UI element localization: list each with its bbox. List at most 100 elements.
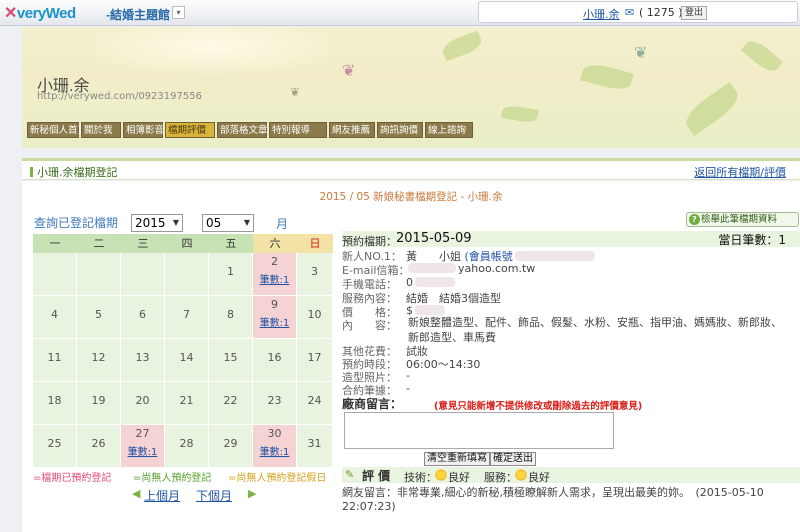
- day-number: 7: [183, 308, 190, 321]
- site-name[interactable]: -結婚主題館: [106, 6, 170, 23]
- calendar-day[interactable]: 30 筆數:1: [253, 425, 297, 468]
- envelope-icon[interactable]: ✉: [625, 6, 634, 19]
- nav-item-8[interactable]: 線上諮詢: [425, 122, 473, 138]
- verywed-logo[interactable]: ✕veryWed: [4, 3, 76, 23]
- day-number: 17: [307, 351, 322, 364]
- nav-item-1[interactable]: 關於我: [81, 122, 121, 138]
- nav-item-0[interactable]: 新秘個人首頁: [27, 122, 87, 138]
- rating-bar: ✎ 評 價 技術： 良好 服務： 良好: [342, 467, 800, 484]
- user-name-link[interactable]: 小珊.余: [583, 6, 620, 22]
- day-number: 31: [307, 437, 322, 450]
- calendar-day[interactable]: 18: [33, 382, 77, 425]
- calendar-day[interactable]: 1: [209, 253, 253, 296]
- calendar-day[interactable]: 21: [165, 382, 209, 425]
- service-detail: 新娘整體造型、配件、飾品、假髮、水粉、安瓶、指甲油、媽媽妝、新郎妝、新郎造型、車…: [408, 316, 782, 344]
- pencil-icon: ✎: [345, 468, 355, 481]
- redacted-block: [415, 277, 455, 287]
- calendar-day[interactable]: 8: [209, 296, 253, 339]
- prev-month-link[interactable]: 上個月: [144, 487, 180, 504]
- detail-value: yahoo.com.tw: [406, 262, 535, 275]
- calendar-day[interactable]: 14: [165, 339, 209, 382]
- back-to-all-link[interactable]: 返回所有檔期/評價: [694, 164, 786, 180]
- month-select[interactable]: 05 ▼: [202, 214, 254, 232]
- service-value: 良好: [528, 471, 550, 484]
- calendar-day[interactable]: 19: [77, 382, 121, 425]
- day-number: 4: [51, 308, 58, 321]
- calendar-day[interactable]: 9 筆數:1: [253, 296, 297, 339]
- page-heading-name: 小珊.余: [467, 191, 503, 203]
- day-number: 23: [267, 394, 282, 407]
- section-bar: 小珊.余檔期登記 返回所有檔期/評價: [22, 158, 800, 180]
- report-booking-label: 檢舉此筆檔期資料: [701, 214, 778, 225]
- phone-value: 0: [406, 276, 413, 289]
- weekday-header: 四: [181, 237, 193, 250]
- calendar-day: [121, 253, 165, 296]
- calendar-day[interactable]: 2 筆數:1: [253, 253, 297, 296]
- calendar-day[interactable]: 3: [297, 253, 333, 296]
- calendar-day[interactable]: 29: [209, 425, 253, 468]
- question-icon: ?: [689, 214, 700, 225]
- calendar-day[interactable]: 27 筆數:1: [121, 425, 165, 468]
- calendar-day[interactable]: 10: [297, 296, 333, 339]
- calendar-day[interactable]: 15: [209, 339, 253, 382]
- weekday-header: 二: [93, 237, 105, 250]
- day-number: 26: [91, 437, 106, 450]
- calendar-day[interactable]: 20: [121, 382, 165, 425]
- calendar-day[interactable]: 24: [297, 382, 333, 425]
- detail-value: -: [406, 369, 410, 382]
- calendar-day[interactable]: 7: [165, 296, 209, 339]
- chevron-down-icon: ▼: [172, 218, 179, 227]
- submit-button[interactable]: 確定送出: [490, 452, 536, 466]
- calendar-day[interactable]: 13: [121, 339, 165, 382]
- nav-item-5[interactable]: 特別報導: [269, 122, 327, 138]
- report-booking-button[interactable]: ? 檢舉此筆檔期資料: [686, 212, 799, 227]
- chevron-down-icon[interactable]: ▾: [172, 6, 185, 19]
- vendor-message-note: (意見只能新增不提供修改或刪除過去的評價意見): [434, 401, 643, 412]
- calendar-day[interactable]: 23: [253, 382, 297, 425]
- sun-icon: [514, 468, 528, 482]
- review-text: 網友留言：非常專業,細心的新秘,積極瞭解新人需求，呈現出最美的妳。 (2015-…: [342, 486, 800, 514]
- nav-item-4[interactable]: 部落格文章: [217, 122, 268, 138]
- year-select[interactable]: 2015 ▼: [131, 214, 183, 232]
- leaf-decoration: [580, 60, 634, 94]
- calendar-day[interactable]: 6: [121, 296, 165, 339]
- legend-item: =尚無人預約登記: [133, 473, 212, 484]
- nav-item-2[interactable]: 相簿影音: [123, 122, 164, 138]
- day-number: 11: [47, 351, 62, 364]
- day-number: 8: [227, 308, 234, 321]
- message-count[interactable]: ( 1275 ): [639, 6, 683, 19]
- tech-value: 良好: [448, 471, 470, 484]
- calendar-day[interactable]: 12: [77, 339, 121, 382]
- calendar-day[interactable]: 5: [77, 296, 121, 339]
- calendar-day[interactable]: 26: [77, 425, 121, 468]
- nav-item-7[interactable]: 詢訊詢價: [377, 122, 423, 138]
- day-number: 22: [223, 394, 238, 407]
- weekday-header: 日: [297, 234, 333, 253]
- booking-count-link[interactable]: 筆數:1: [121, 443, 164, 458]
- vendor-message-textarea[interactable]: [344, 412, 614, 449]
- calendar-day[interactable]: 16: [253, 339, 297, 382]
- day-number: 19: [91, 394, 106, 407]
- email-domain: yahoo.com.tw: [458, 262, 536, 275]
- logout-button[interactable]: 登出: [681, 6, 708, 20]
- calendar-day[interactable]: 28: [165, 425, 209, 468]
- page-heading-text: 2015 / 05 新娘秘書檔期登記 -: [319, 191, 468, 203]
- calendar-day[interactable]: 11: [33, 339, 77, 382]
- booking-count-link[interactable]: 筆數:1: [253, 443, 296, 458]
- sun-icon: [434, 468, 448, 482]
- calendar-day[interactable]: 17: [297, 339, 333, 382]
- owner-url[interactable]: http://verywed.com/0923197556: [37, 91, 202, 102]
- calendar-day[interactable]: 22: [209, 382, 253, 425]
- nav-item-3[interactable]: 檔期評價: [165, 122, 215, 138]
- next-month-link[interactable]: 下個月: [196, 487, 232, 504]
- calendar-day[interactable]: 4: [33, 296, 77, 339]
- booking-count-link[interactable]: 筆數:1: [253, 271, 296, 286]
- calendar-day[interactable]: 25: [33, 425, 77, 468]
- day-number: 18: [47, 394, 62, 407]
- calendar-day[interactable]: 31: [297, 425, 333, 468]
- nav-item-6[interactable]: 網友推薦: [329, 122, 375, 138]
- butterfly-icon: ❦: [342, 61, 356, 80]
- legend-item: =尚無人預約登記假日: [228, 473, 327, 484]
- booking-count-link[interactable]: 筆數:1: [253, 314, 296, 329]
- clear-button[interactable]: 清空重新填寫: [424, 452, 490, 466]
